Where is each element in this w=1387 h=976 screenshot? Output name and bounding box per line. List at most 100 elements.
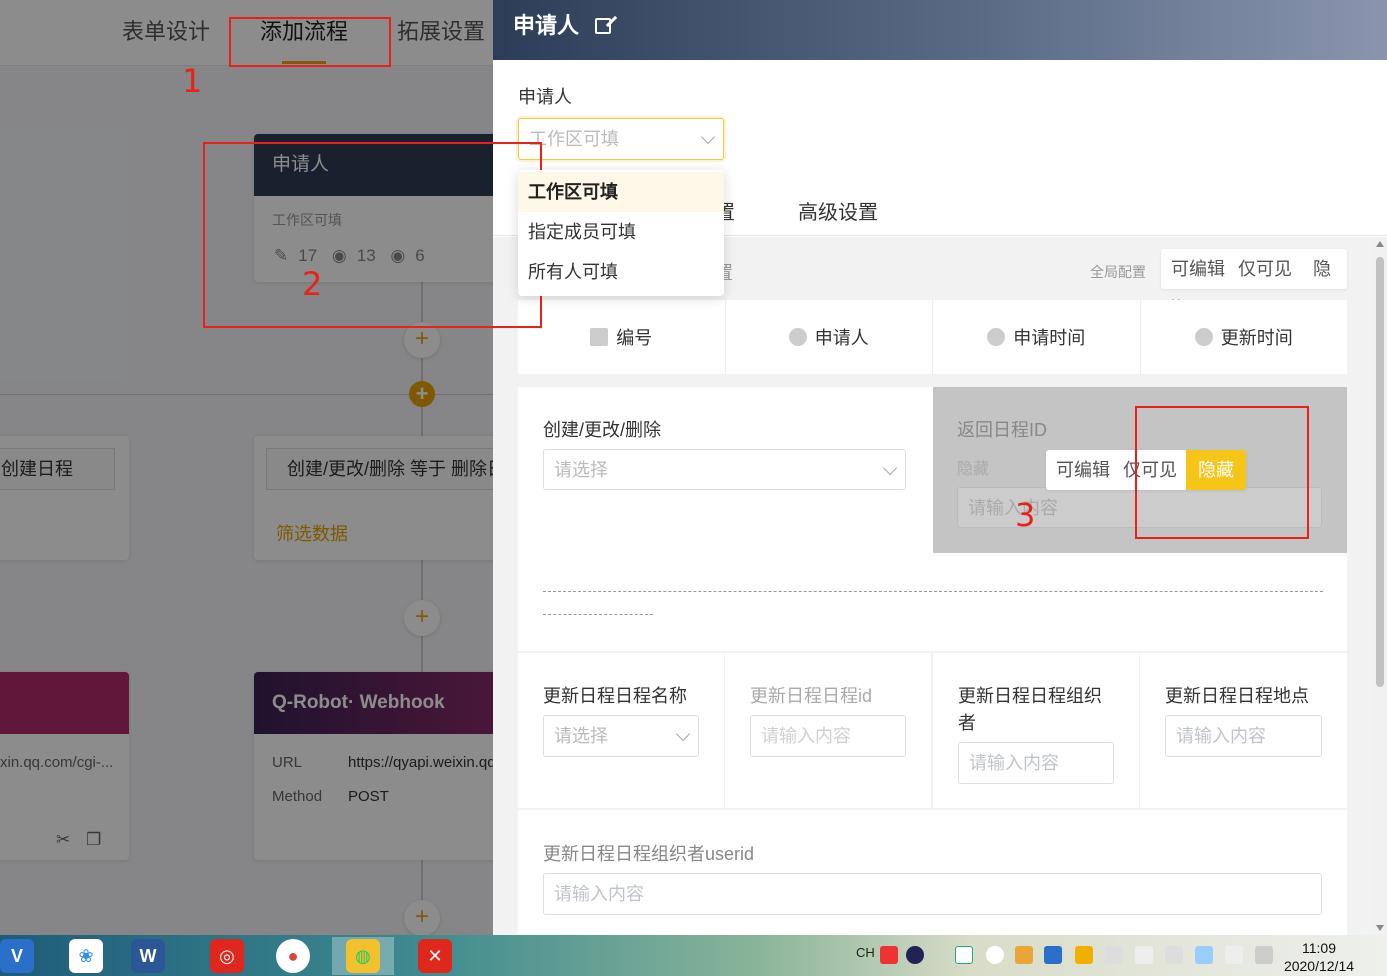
grid-app-icon[interactable]	[1044, 946, 1062, 964]
system-field-label: 更新时间	[1220, 328, 1293, 348]
schedule-id-update-input[interactable]: 请输入内容	[750, 715, 906, 757]
flow-canvas: 表单设计 添加流程 拓展设置 申请人 工作区可填 ✎ 17 ◉ 13 ◉ 6 + + …	[0, 0, 493, 935]
field-label: 更新日程日程组织	[958, 686, 1102, 706]
field-label-wrap: 者	[958, 713, 976, 733]
clock-date: 2020/12/14	[1283, 958, 1355, 974]
system-field-label: 申请人	[814, 328, 869, 348]
select-placeholder: 请选择	[554, 726, 608, 746]
location-input[interactable]: 请输入内容	[1165, 715, 1322, 757]
field-label: 更新日程日程组织者userid	[543, 844, 755, 864]
dashed-divider	[543, 591, 1323, 592]
taskbar-app-music[interactable]: ◎	[196, 937, 258, 975]
dropdown-option[interactable]: 所有人可填	[518, 252, 724, 292]
help-icon[interactable]	[906, 946, 924, 964]
system-field-update-time[interactable]: 更新时间	[1141, 300, 1348, 374]
schedule-name-select[interactable]: 请选择	[543, 715, 699, 757]
display-icon[interactable]	[1195, 946, 1213, 964]
ime-lang[interactable]: CH	[856, 945, 875, 960]
network-icon[interactable]	[1255, 946, 1273, 964]
drawer-header: 申请人	[493, 0, 1387, 60]
global-permission-toggle: 可编辑 仅可见 隐藏	[1161, 249, 1347, 319]
modal-overlay[interactable]	[0, 0, 493, 935]
chevron-down-icon	[882, 460, 898, 476]
scrollbar[interactable]	[1373, 237, 1387, 935]
scroll-thumb[interactable]	[1376, 257, 1384, 687]
update-clock-icon	[1194, 328, 1213, 346]
input-placeholder: 请输入内容	[554, 884, 644, 904]
annotation-number-1: 1	[182, 62, 203, 100]
field-label: 更新日程日程id	[750, 686, 873, 706]
mute-icon[interactable]	[1165, 946, 1183, 964]
bluetooth-icon[interactable]	[986, 946, 1004, 964]
folder-icon[interactable]	[1015, 946, 1033, 964]
system-field-number[interactable]: 编号	[518, 300, 726, 374]
taskbar-app-baidu[interactable]: ❀	[55, 937, 117, 975]
chevron-down-icon	[675, 726, 691, 742]
netease-music-icon: ◎	[210, 939, 244, 973]
input-placeholder: 请输入内容	[969, 753, 1059, 773]
annotation-box-2	[203, 142, 542, 328]
applicant-field-label: 申请人	[518, 87, 572, 107]
xmind-icon: ✕	[418, 939, 452, 973]
dropdown-option[interactable]: 指定成员可填	[518, 212, 724, 252]
applicant-scope-select[interactable]: 工作区可填	[518, 118, 724, 160]
shield-icon[interactable]	[1075, 946, 1093, 964]
perm-editable[interactable]: 可编辑	[1171, 259, 1225, 279]
cloud-app-icon: ❀	[69, 939, 103, 973]
tab-advanced-settings[interactable]: 高级设置	[798, 196, 878, 225]
taskbar-app-v[interactable]: V	[0, 937, 48, 975]
organizer-userid-input[interactable]: 请输入内容	[543, 873, 1322, 915]
field-label: 更新日程日程名称	[543, 686, 687, 706]
taskbar-app-word[interactable]: W	[117, 937, 179, 975]
field-label: 更新日程日程地点	[1165, 686, 1309, 706]
system-field-label: 编号	[616, 328, 653, 348]
system-field-applicant[interactable]: 申请人	[726, 300, 933, 374]
global-config-label: 全局配置	[1090, 264, 1146, 280]
word-icon: W	[131, 939, 165, 973]
taskbar-app-xmind[interactable]: ✕	[404, 937, 466, 975]
edit-title-icon[interactable]	[595, 18, 612, 34]
system-field-apply-time[interactable]: 申请时间	[933, 300, 1141, 374]
taskbar-app-chrome[interactable]: ●	[262, 937, 324, 975]
select-placeholder: 请选择	[554, 460, 608, 480]
action-select[interactable]: 请选择	[543, 449, 906, 490]
input-placeholder: 请输入内容	[1176, 726, 1266, 746]
system-clock[interactable]: 11:09 2020/12/14	[1279, 939, 1359, 975]
taskbar-app-chat[interactable]: ◍	[332, 937, 394, 975]
clock-time: 11:09	[1302, 940, 1336, 956]
chrome-icon: ●	[276, 939, 310, 973]
sogou-icon[interactable]	[880, 946, 898, 964]
input-placeholder: 请输入内容	[761, 726, 851, 746]
annotation-box-3	[1135, 406, 1309, 539]
annotation-number-2: 2	[302, 265, 323, 303]
annotation-box-1	[229, 17, 391, 67]
drawer-title: 申请人	[513, 13, 580, 38]
field-label: 返回日程ID	[957, 420, 1047, 440]
divider-block	[518, 553, 1347, 651]
battery-icon[interactable]	[1135, 946, 1153, 964]
system-field-label: 申请时间	[1013, 328, 1086, 348]
flag-icon[interactable]	[1225, 946, 1243, 964]
volume-icon[interactable]	[1105, 946, 1123, 964]
wechat-tray-icon[interactable]	[955, 946, 973, 964]
chevron-down-icon	[700, 129, 716, 145]
dashed-divider	[543, 614, 653, 615]
scope-dropdown: 工作区可填 指定成员可填 所有人可填	[518, 170, 724, 296]
organizer-input[interactable]: 请输入内容	[958, 742, 1114, 784]
clock-icon	[987, 328, 1006, 346]
number-icon	[590, 328, 609, 346]
perm-view-only[interactable]: 仅可见	[1238, 259, 1292, 279]
annotation-number-3: 3	[1015, 496, 1036, 534]
scroll-up-icon[interactable]	[1376, 241, 1384, 247]
input-placeholder: 请输入内容	[968, 498, 1058, 518]
hidden-tag: 隐藏	[957, 461, 990, 478]
select-value: 工作区可填	[529, 129, 619, 149]
scroll-down-icon[interactable]	[1376, 925, 1384, 931]
v-app-icon: V	[0, 939, 34, 973]
windows-taskbar: V ❀ W ◎ ● ◍ ✕ CH 11:09 2020/12/14	[0, 935, 1387, 976]
chat-app-icon: ◍	[346, 939, 380, 973]
field-label: 创建/更改/删除	[543, 420, 662, 440]
system-fields-row: 编号 申请人 申请时间 更新时间	[518, 300, 1347, 374]
perm-editable[interactable]: 可编辑	[1056, 460, 1110, 480]
dropdown-option[interactable]: 工作区可填	[518, 172, 724, 212]
